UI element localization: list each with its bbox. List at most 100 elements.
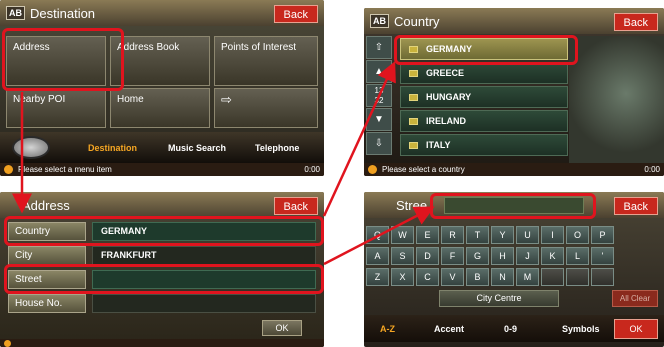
key-n[interactable]: N (491, 268, 514, 286)
key-h[interactable]: H (491, 247, 514, 265)
flag-icon (409, 70, 418, 78)
key-j[interactable]: J (516, 247, 539, 265)
city-centre-button[interactable]: City Centre (439, 290, 559, 307)
key-f[interactable]: F (441, 247, 464, 265)
key-v[interactable]: V (441, 268, 464, 286)
title-bar: Address Back (0, 192, 324, 218)
key-t[interactable]: T (466, 226, 489, 244)
info-icon (368, 165, 377, 174)
flag-icon (409, 118, 418, 126)
field-title: Stree (396, 197, 428, 213)
country-hungary[interactable]: HUNGARY (400, 86, 568, 108)
key-u[interactable]: U (516, 226, 539, 244)
country-name: GREECE (426, 68, 465, 78)
key-p[interactable]: P (591, 226, 614, 244)
destination-screen: AB Destination Back Address Address Book… (0, 0, 324, 176)
ok-button[interactable]: OK (262, 320, 302, 336)
home-tile[interactable]: Home (110, 88, 210, 128)
key-d[interactable]: D (416, 247, 439, 265)
points-of-interest-tile[interactable]: Points of Interest (214, 36, 318, 86)
back-button[interactable]: Back (273, 5, 318, 23)
city-row[interactable]: City FRANKFURT (8, 246, 316, 265)
key-o[interactable]: O (566, 226, 589, 244)
key-r[interactable]: R (441, 226, 464, 244)
key-g[interactable]: G (466, 247, 489, 265)
address-highlight (2, 28, 124, 91)
tile-label: Points of Interest (221, 42, 297, 53)
status-bar: Please select a country 0:00 (364, 163, 664, 176)
key-c[interactable]: C (416, 268, 439, 286)
disc-icon[interactable] (12, 136, 50, 159)
key-l[interactable]: L (566, 247, 589, 265)
down-icon[interactable]: ▼ (366, 108, 392, 131)
house-number-value (92, 294, 316, 313)
key-blank[interactable] (541, 268, 564, 286)
clock: 0:00 (644, 165, 660, 174)
menu-telephone[interactable]: Telephone (255, 143, 299, 153)
menu-music-search[interactable]: Music Search (168, 143, 226, 153)
tile-label: Address Book (117, 42, 180, 53)
clock: 0:00 (304, 165, 320, 174)
ok-button[interactable]: OK (614, 319, 658, 339)
key-s[interactable]: S (391, 247, 414, 265)
nearby-poi-tile[interactable]: Nearby POI (6, 88, 106, 128)
menu-destination[interactable]: Destination (88, 143, 137, 153)
key-a[interactable]: A (366, 247, 389, 265)
key-m[interactable]: M (516, 268, 539, 286)
key-k[interactable]: K (541, 247, 564, 265)
scroll-position: 13 32 (366, 84, 392, 107)
germany-highlight (394, 35, 578, 65)
flag-icon (409, 94, 418, 102)
back-button[interactable]: Back (613, 13, 658, 31)
key-apostrophe[interactable]: ' (591, 247, 614, 265)
info-icon (4, 165, 13, 174)
key-z[interactable]: Z (366, 268, 389, 286)
street-field-highlight (430, 193, 596, 219)
title-bar: AB Destination Back (0, 0, 324, 26)
country-screen: AB Country Back ⇧ ▲ 13 32 ▼ ⇩ GERMANY GRE… (364, 8, 664, 176)
keyboard-row-3: ZXCVBNM (366, 268, 662, 286)
main-menu-bar: Destination Music Search Telephone (0, 132, 324, 163)
key-b[interactable]: B (466, 268, 489, 286)
status-bar: Please select a menu item 0:00 (0, 163, 324, 176)
key-y[interactable]: Y (491, 226, 514, 244)
address-book-tile[interactable]: Address Book (110, 36, 210, 86)
page-up-icon[interactable]: ⇧ (366, 36, 392, 59)
up-icon[interactable]: ▲ (366, 60, 392, 83)
route-tile[interactable]: ⇨ (214, 88, 318, 128)
country-name: HUNGARY (426, 92, 472, 102)
flag-icon (409, 142, 418, 150)
key-x[interactable]: X (391, 268, 414, 286)
screen-title: Address (22, 197, 70, 213)
keyboard: QWERTYUIOP A S D F G H J K L ' ZXCVBNM (366, 226, 662, 289)
mode-symbols[interactable]: Symbols (562, 324, 600, 334)
country-italy[interactable]: ITALY (400, 134, 568, 156)
country-greece[interactable]: GREECE (400, 62, 568, 84)
status-bar (0, 339, 324, 347)
house-number-label[interactable]: House No. (8, 294, 86, 313)
mode-accent[interactable]: Accent (434, 324, 464, 334)
key-w[interactable]: W (391, 226, 414, 244)
mode-a-z[interactable]: A-Z (380, 324, 395, 334)
back-button[interactable]: Back (613, 197, 658, 215)
mode-0-9[interactable]: 0-9 (504, 324, 517, 334)
page-down-icon[interactable]: ⇩ (366, 132, 392, 155)
screen-title: Destination (30, 5, 96, 21)
key-q[interactable]: Q (366, 226, 389, 244)
keyboard-icon: AB (370, 14, 389, 28)
key-e[interactable]: E (416, 226, 439, 244)
title-bar: AB Country Back (364, 8, 664, 34)
city-value: FRANKFURT (92, 246, 316, 265)
all-clear-button[interactable]: All Clear (612, 290, 658, 307)
back-button[interactable]: Back (273, 197, 318, 215)
country-ireland[interactable]: IRELAND (400, 110, 568, 132)
key-i[interactable]: I (541, 226, 564, 244)
key-blank[interactable] (566, 268, 589, 286)
city-label[interactable]: City (8, 246, 86, 265)
house-number-row[interactable]: House No. (8, 294, 316, 313)
tile-label: Nearby POI (13, 94, 66, 105)
tile-label: Home (117, 94, 144, 105)
right-arrow-icon: ⇨ (221, 92, 232, 107)
country-name: ITALY (426, 140, 451, 150)
key-blank[interactable] (591, 268, 614, 286)
